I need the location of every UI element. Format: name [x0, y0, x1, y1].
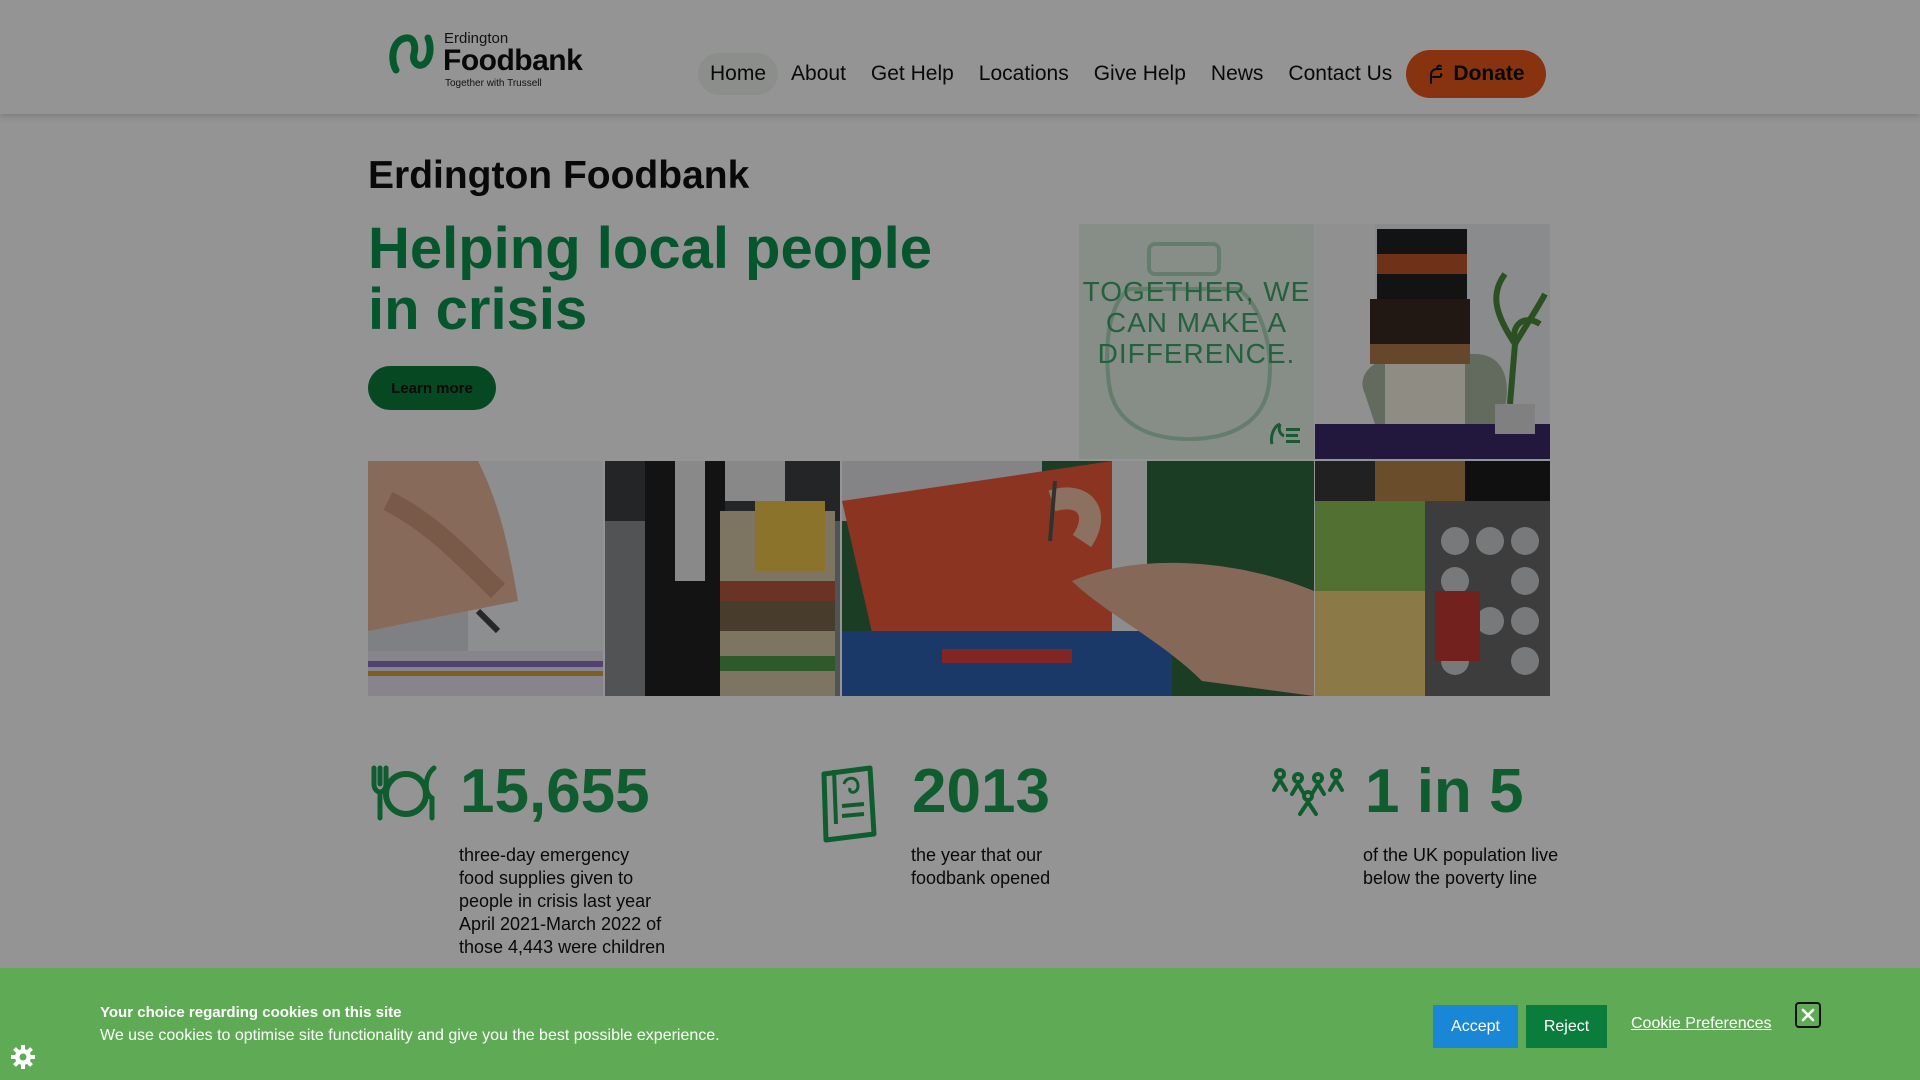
- cookie-text: We use cookies to optimise site function…: [100, 1027, 720, 1044]
- cookie-preferences-link[interactable]: Cookie Preferences: [1631, 1015, 1772, 1033]
- accept-button[interactable]: Accept: [1433, 1005, 1518, 1048]
- close-icon: [1801, 1008, 1815, 1022]
- cookie-heading: Your choice regarding cookies on this si…: [100, 1004, 402, 1021]
- reject-button[interactable]: Reject: [1526, 1005, 1607, 1048]
- close-button[interactable]: [1795, 1002, 1821, 1028]
- cookie-overlay-dim: [0, 0, 1920, 1080]
- cookie-settings-gear-icon[interactable]: [10, 1044, 36, 1070]
- cookie-banner: Your choice regarding cookies on this si…: [0, 968, 1920, 1080]
